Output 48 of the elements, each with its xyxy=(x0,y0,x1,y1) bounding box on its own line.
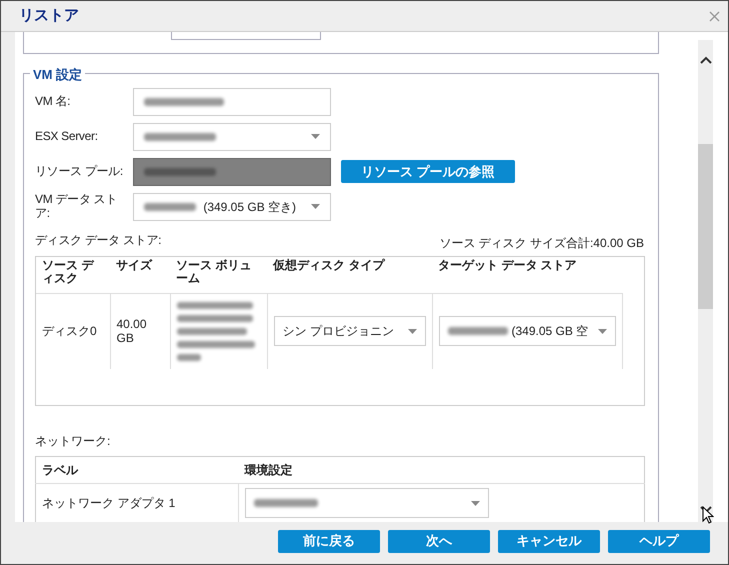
text-field[interactable] xyxy=(133,88,331,116)
field-value: (349.05 GB 空 xyxy=(512,324,588,338)
total-size-text: ソース ディスク サイズ合計:40.00 GB xyxy=(439,235,644,252)
caret-icon xyxy=(598,328,606,334)
field-label: リソース プール: xyxy=(35,164,124,178)
section-label: ネットワーク: xyxy=(35,433,112,450)
column-header: ラベル xyxy=(36,456,238,484)
input-field[interactable] xyxy=(171,32,321,40)
column-header: ターゲット データ ストア xyxy=(432,257,622,293)
blurred-value xyxy=(448,327,508,336)
blurred-value xyxy=(144,168,216,176)
field-label: VM 名: xyxy=(35,94,72,108)
caret-icon xyxy=(471,500,480,506)
field-label: VM データ ストア: xyxy=(35,192,118,220)
field-value: シン プロビジョニン xyxy=(282,324,394,338)
column-header: サイズ xyxy=(110,257,170,293)
browse-button[interactable]: リソース プールの参照 xyxy=(341,160,515,183)
dropdown-field[interactable]: (349.05 GB 空き) xyxy=(133,192,331,220)
section-legend: VM 設定 xyxy=(30,65,86,84)
table-cell: 40.00 GB xyxy=(110,293,170,369)
field-label: ESX Server: xyxy=(35,130,99,144)
blurred-value xyxy=(254,499,318,507)
close-icon[interactable] xyxy=(709,10,720,22)
window-title: リストア xyxy=(19,6,79,26)
caret-icon xyxy=(408,328,416,334)
column-header: 仮想ディスク タイプ xyxy=(267,257,432,293)
footer-button[interactable]: 次へ xyxy=(388,530,490,552)
blurred-value xyxy=(144,132,216,140)
column-header: ソース ボリューム xyxy=(170,257,267,293)
scrollbar-thumb[interactable] xyxy=(698,144,713,309)
scroll-up-icon[interactable] xyxy=(700,56,712,64)
column-header: ソース ディスク xyxy=(36,257,110,293)
caret-icon xyxy=(311,204,320,209)
footer-button[interactable]: キャンセル xyxy=(498,530,600,552)
footer-button[interactable]: ヘルプ xyxy=(608,530,710,552)
field-value: (349.05 GB 空き) xyxy=(202,200,296,214)
blurred-value xyxy=(144,202,196,210)
column-header: 環境設定 xyxy=(238,456,644,484)
dropdown-field[interactable]: シン プロビジョニン xyxy=(274,316,426,346)
dropdown-field[interactable]: (349.05 GB 空 xyxy=(438,316,616,346)
dropdown-field[interactable] xyxy=(133,122,331,150)
field-label: ディスク データ ストア: xyxy=(35,234,162,248)
table-cell: ディスク0 xyxy=(36,293,110,369)
table-cell: ネットワーク アダプタ 1 xyxy=(36,484,238,522)
footer-button[interactable]: 前に戻る xyxy=(278,530,380,552)
caret-icon xyxy=(311,134,320,139)
dropdown-field[interactable] xyxy=(245,488,489,518)
scroll-down-icon[interactable] xyxy=(700,506,712,514)
